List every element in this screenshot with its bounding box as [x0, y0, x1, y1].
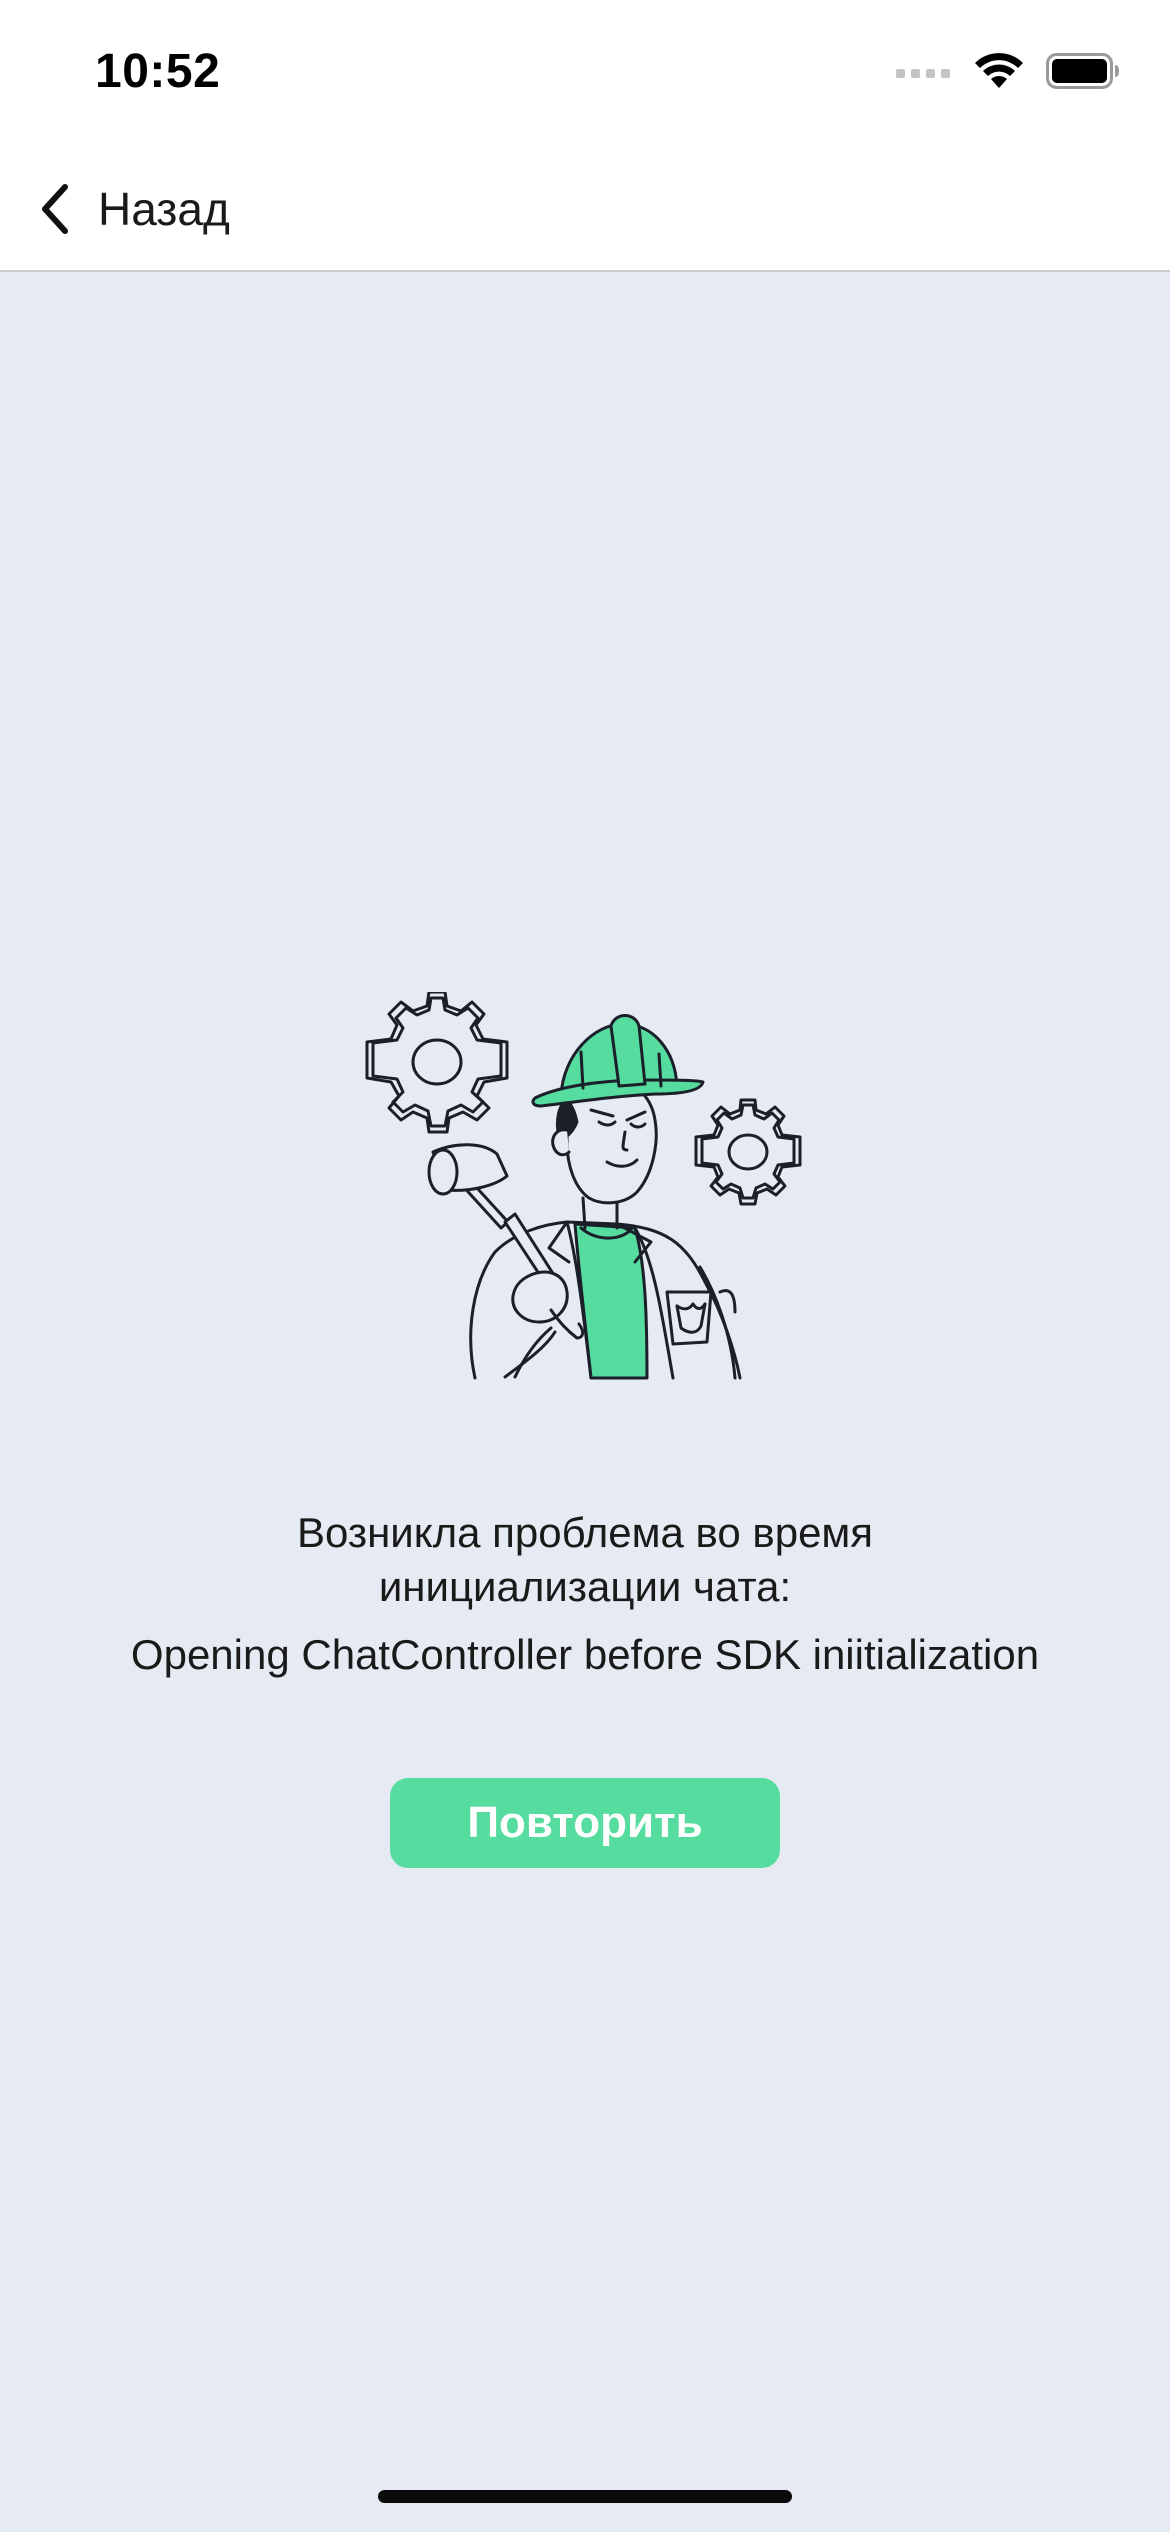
- battery-icon: [1046, 53, 1119, 89]
- error-title-line-2: инициализации чата:: [378, 1563, 792, 1610]
- wifi-icon: [975, 53, 1023, 88]
- error-title-line-1: Возникла проблема во время: [296, 1509, 874, 1556]
- signal-icon: [896, 69, 950, 78]
- error-detail: Opening ChatController before SDK iniiti…: [130, 1631, 1040, 1678]
- status-time: 10:52: [95, 45, 221, 98]
- chevron-left-icon: [42, 184, 68, 234]
- gear-icon: [365, 992, 509, 1134]
- status-bar: 10:52: [0, 0, 1170, 150]
- gear-icon: [694, 1098, 802, 1206]
- navigation-bar: Назад: [0, 150, 1170, 272]
- back-label: Назад: [98, 183, 230, 235]
- home-indicator: [378, 2490, 792, 2503]
- status-icons: [896, 52, 1120, 90]
- error-screen: 10:52 Назад Возникла проблема во время и…: [0, 0, 1170, 2532]
- retry-button[interactable]: Повторить: [390, 1778, 780, 1868]
- engineer-illustration: [365, 992, 802, 1380]
- back-button[interactable]: Назад: [40, 176, 230, 242]
- error-message: Возникла проблема во время инициализации…: [0, 1506, 1170, 1682]
